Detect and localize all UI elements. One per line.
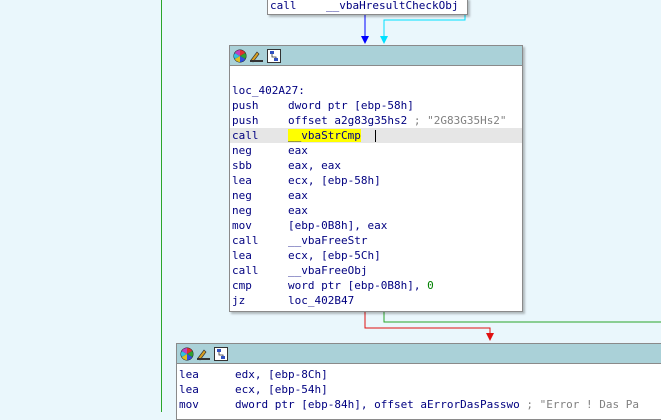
arrow-cyan xyxy=(380,36,388,44)
instruction-row[interactable]: neg eax xyxy=(230,188,522,203)
instruction-row[interactable]: call __vbaFreeStr xyxy=(230,233,522,248)
instruction-row[interactable]: push offset a2g83g35hs2 ; "2G83G35Hs2" xyxy=(230,113,522,128)
instruction-row[interactable]: neg eax xyxy=(230,143,522,158)
instruction-row[interactable]: lea ecx, [ebp-5Ch] xyxy=(230,248,522,263)
string-comment: ; "Error ! Das Pa xyxy=(519,398,639,411)
highlighted-symbol: __vbaStrCmp xyxy=(288,129,361,142)
block-titlebar xyxy=(177,344,661,364)
instruction-row[interactable]: lea ecx, [ebp-54h] xyxy=(177,382,661,397)
arrow-red xyxy=(486,333,494,341)
instruction-row[interactable]: cmp word ptr [ebp-0B8h], 0 xyxy=(230,278,522,293)
instruction-row[interactable]: lea ecx, [ebp-58h] xyxy=(230,173,522,188)
instruction-row[interactable]: push dword ptr [ebp-58h] xyxy=(230,98,522,113)
string-comment: ; "2G83G35Hs2" xyxy=(407,114,507,127)
graph-overview-icon[interactable] xyxy=(213,346,228,361)
instruction-list: lea edx, [ebp-8Ch] lea ecx, [ebp-54h] mov d… xyxy=(177,364,661,412)
instruction-row[interactable]: mov [ebp-0B8h], eax xyxy=(230,218,522,233)
instruction-row-selected[interactable]: call __vbaStrCmp xyxy=(230,128,522,143)
instruction-row[interactable]: neg eax xyxy=(230,203,522,218)
instruction-row[interactable]: mov dword ptr [ebp-84h], offset aErrorDas… xyxy=(177,397,661,412)
text-cursor xyxy=(375,130,376,142)
top-code-block[interactable]: call __vbaHresultCheckObj xyxy=(267,0,468,15)
instruction-row[interactable]: sbb eax, eax xyxy=(230,158,522,173)
bottom-code-block[interactable]: lea edx, [ebp-8Ch] lea ecx, [ebp-54h] mov d… xyxy=(176,343,661,420)
jump-target: loc_402B47 xyxy=(288,294,355,307)
graph-view[interactable]: call __vbaHresultCheckObj loc_402A27: pu… xyxy=(0,0,661,420)
color-palette-icon[interactable] xyxy=(179,346,194,361)
instruction-list: loc_402A27: push dword ptr [ebp-58h] push… xyxy=(230,66,522,308)
graph-overview-icon[interactable] xyxy=(266,48,281,63)
top-block-line: call __vbaHresultCheckObj xyxy=(268,0,467,13)
instruction-row[interactable]: call __vbaFreeObj xyxy=(230,263,522,278)
rename-icon[interactable] xyxy=(249,48,264,63)
rename-icon[interactable] xyxy=(196,346,211,361)
mnemonic: call xyxy=(270,0,297,12)
main-code-block[interactable]: loc_402A27: push dword ptr [ebp-58h] push… xyxy=(229,45,523,312)
arrow-blue xyxy=(361,36,369,44)
block-titlebar xyxy=(230,46,522,66)
color-palette-icon[interactable] xyxy=(232,48,247,63)
immediate-value: 0 xyxy=(427,279,434,292)
operand-symbol[interactable]: __vbaHresultCheckObj xyxy=(326,0,458,12)
instruction-row[interactable]: jz loc_402B47 xyxy=(230,293,522,308)
instruction-row[interactable]: lea edx, [ebp-8Ch] xyxy=(177,367,661,382)
code-label[interactable]: loc_402A27: xyxy=(230,83,522,98)
